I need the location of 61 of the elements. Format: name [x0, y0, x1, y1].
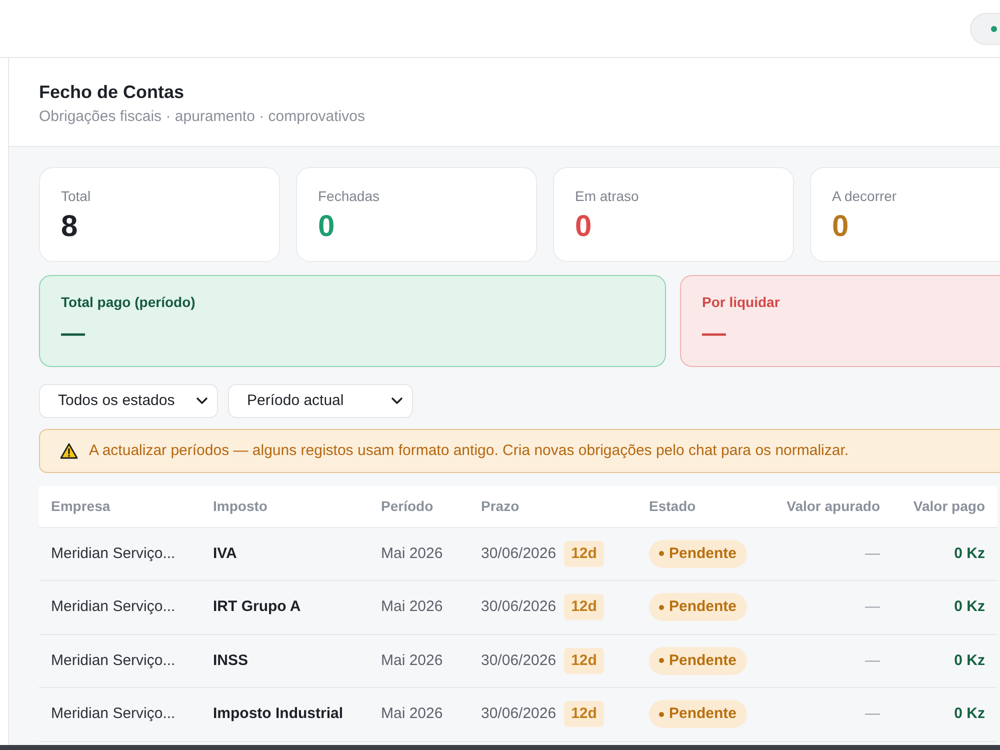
tax-cell: IVA	[201, 527, 369, 580]
filter-select[interactable]: Todos os estados	[39, 384, 218, 418]
amount-cell: —	[757, 634, 892, 688]
total-label: Total pago (período)	[61, 293, 196, 311]
status-label: Pendente	[669, 704, 737, 724]
status-label: Pendente	[669, 544, 737, 564]
column-header: Estado	[637, 486, 757, 527]
amount-cell: —	[757, 527, 892, 580]
paid-amount-cell: 0 Kz	[892, 527, 997, 580]
period-cell: Mai 2026	[369, 634, 469, 688]
due-date: 30/06/2026	[481, 544, 556, 564]
days-left-badge: 12d	[564, 648, 604, 674]
stat-label: Fechadas	[318, 187, 380, 205]
column-header: Valor apurado	[757, 486, 892, 527]
filter-value: Período actual	[247, 390, 344, 411]
chevron-down-icon	[196, 397, 208, 405]
column-header: Imposto	[201, 486, 369, 527]
company-cell: Meridian Serviço...	[39, 688, 201, 741]
total-value: —	[702, 320, 726, 348]
filter-select[interactable]: Período actual	[228, 384, 413, 418]
column-header: Período	[369, 486, 469, 527]
column-header: Prazo	[469, 486, 637, 527]
paid-amount-cell: 0 Kz	[892, 634, 997, 688]
due-date: 30/06/2026	[481, 704, 556, 724]
period-cell: Mai 2026	[369, 527, 469, 580]
warning-text: A actualizar períodos — alguns registos usam formato antigo. Cria novas obrigações pelo chat para os normalizar.	[89, 440, 849, 461]
stat-label: Em atraso	[575, 187, 640, 205]
days-left-badge: 12d	[564, 594, 604, 620]
paid-amount-cell: 0 Kz	[892, 688, 997, 741]
days-left-badge: 12d	[564, 701, 604, 728]
due-date: 30/06/2026	[481, 597, 556, 617]
company-cell: Meridian Serviço...	[39, 580, 201, 634]
stat-value: 0	[832, 209, 849, 245]
tax-cell: INSS	[201, 634, 369, 688]
amount-cell: —	[757, 688, 892, 741]
stat-value: 8	[61, 209, 78, 245]
period-cell: Mai 2026	[369, 580, 469, 634]
stat-label: Total	[61, 187, 92, 205]
page-title: Fecho de Contas	[39, 81, 186, 104]
company-cell: Meridian Serviço...	[39, 527, 201, 580]
status-label: Pendente	[669, 650, 737, 670]
status-label: Pendente	[669, 597, 737, 617]
amount-cell: —	[757, 580, 892, 634]
filter-value: Todos os estados	[58, 390, 175, 411]
stat-value: 0	[318, 209, 335, 245]
days-left-badge: 12d	[564, 540, 604, 567]
due-date: 30/06/2026	[481, 650, 556, 670]
chevron-down-icon	[391, 397, 403, 405]
warning-icon	[60, 443, 78, 459]
tax-cell: Imposto Industrial	[201, 688, 369, 741]
total-value: —	[61, 320, 85, 348]
period-cell: Mai 2026	[369, 688, 469, 741]
stat-value: 0	[575, 209, 592, 245]
paid-amount-cell: 0 Kz	[892, 580, 997, 634]
stat-label: A decorrer	[832, 187, 898, 205]
total-label: Por liquidar	[702, 293, 780, 311]
company-cell: Meridian Serviço...	[39, 634, 201, 688]
column-header: Empresa	[39, 486, 201, 527]
column-header: Valor pago	[892, 486, 997, 527]
page-subtitle: Obrigações fiscais · apuramento · comprovativos	[39, 107, 366, 127]
tax-cell: IRT Grupo A	[201, 580, 369, 634]
